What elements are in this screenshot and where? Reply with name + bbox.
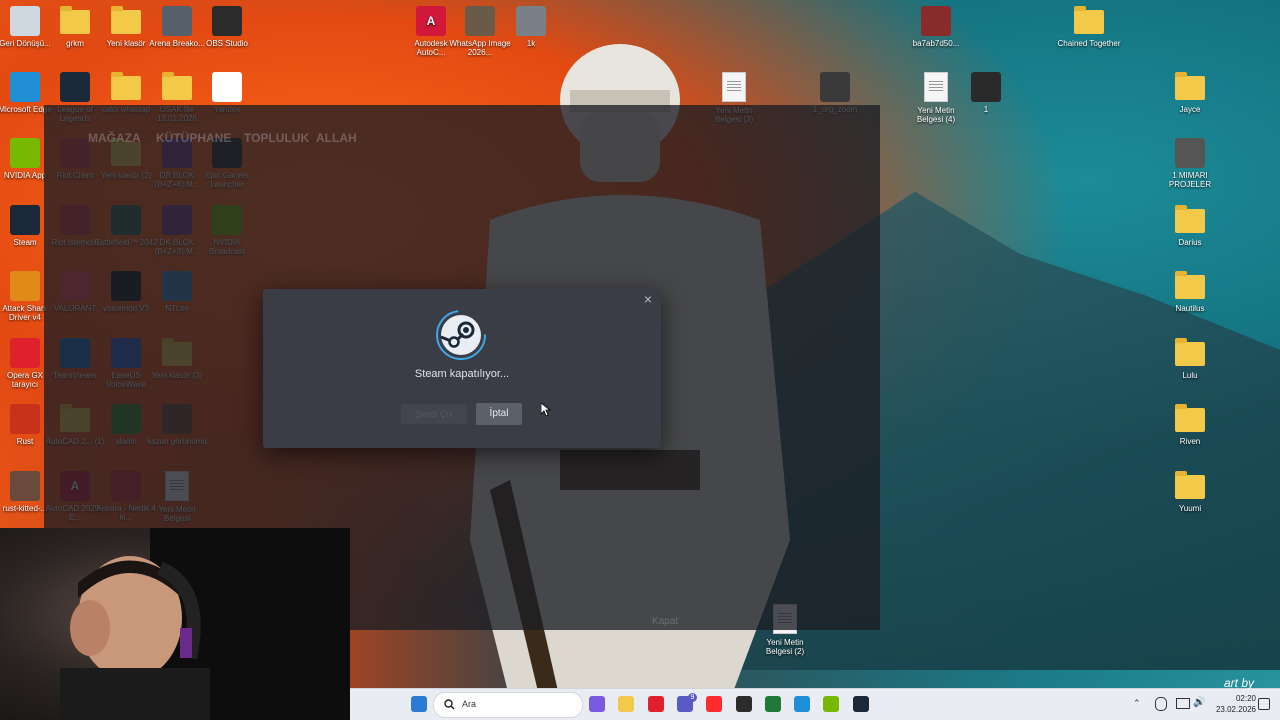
app-icon: A	[416, 6, 446, 36]
desktop-icon-label: ba7ab7d50...	[912, 39, 960, 48]
steam-logo-icon	[436, 310, 486, 360]
opera-gx-icon[interactable]	[648, 696, 664, 712]
search-placeholder: Ara	[462, 699, 477, 709]
desktop-icon[interactable]: Nautilus	[1158, 271, 1222, 313]
folder-icon	[111, 72, 141, 100]
app-icon	[1175, 138, 1205, 168]
app-icon	[10, 72, 40, 102]
microphone-icon[interactable]	[1155, 697, 1167, 711]
close-icon[interactable]: ×	[641, 292, 655, 306]
desktop-icon[interactable]: 1	[954, 72, 1018, 114]
image-file-icon	[921, 6, 951, 36]
desktop-icon-label: 1k	[526, 39, 536, 48]
desktop-icon[interactable]: ba7ab7d50...	[904, 6, 968, 48]
taskbar-search-input[interactable]: Ara	[433, 692, 583, 718]
webcam-person	[60, 528, 350, 720]
mouse-cursor-icon	[541, 403, 551, 417]
wallpaper-signature: art by	[1224, 676, 1255, 690]
desktop-icon-label: Lulu	[1182, 371, 1198, 380]
image-file-icon	[516, 6, 546, 36]
copilot-icon[interactable]	[589, 696, 605, 712]
nvidia-icon[interactable]	[823, 696, 839, 712]
file-explorer-icon[interactable]	[618, 696, 634, 712]
recycle-bin-icon	[10, 6, 40, 36]
desktop-icon[interactable]: Chained Together	[1057, 6, 1121, 48]
desktop-icon[interactable]: 1 MIMARI PROJELER	[1158, 138, 1222, 189]
notification-icon[interactable]	[1258, 698, 1270, 710]
folder-icon	[1175, 338, 1205, 366]
image-file-icon	[10, 471, 40, 501]
desktop: Geri Dönüşü... grkm Yeni klasör Arena Break…	[0, 0, 1280, 720]
app-icon	[60, 72, 90, 102]
image-file-icon	[465, 6, 495, 36]
desktop-icon-label: 1	[983, 105, 989, 114]
app-icon	[10, 338, 40, 368]
desktop-icon-label: Chained Together	[1057, 39, 1121, 48]
folder-icon	[1175, 404, 1205, 432]
desktop-icon[interactable]: Darius	[1158, 205, 1222, 247]
steam-nav-community[interactable]: TOPLULUK	[244, 131, 309, 145]
steam-close-button[interactable]: Kapat	[652, 616, 678, 627]
desktop-icon[interactable]: Riven	[1158, 404, 1222, 446]
edge-icon[interactable]	[794, 696, 810, 712]
desktop-icon[interactable]: Lulu	[1158, 338, 1222, 380]
steam-nav-library[interactable]: KÜTÜPHANE	[156, 131, 231, 145]
exit-now-button: Şimdi Çık	[401, 404, 467, 424]
yandex-icon[interactable]	[706, 696, 722, 712]
desktop-icon[interactable]: 1k	[499, 6, 563, 48]
folder-icon	[1175, 205, 1205, 233]
app-icon	[10, 404, 40, 434]
folder-icon	[1175, 471, 1205, 499]
notification-badge: 9	[688, 693, 697, 702]
folder-icon	[1074, 6, 1104, 34]
volume-icon[interactable]: 🔊	[1193, 697, 1205, 708]
search-icon	[444, 699, 455, 710]
desktop-icon-label: Yuumi	[1178, 504, 1202, 513]
taskbar-clock[interactable]: 02:20 23.02.2026	[1206, 693, 1256, 715]
app-icon	[162, 6, 192, 36]
app-icon	[10, 205, 40, 235]
steam-shutdown-dialog: × Steam kapatılıyor... Şimdi Çık İptal	[263, 289, 661, 448]
desktop-icon-label: OBS Studio	[206, 39, 248, 48]
network-icon[interactable]	[1176, 698, 1190, 709]
desktop-icon[interactable]: OBS Studio	[195, 6, 259, 48]
shutdown-status-text: Steam kapatılıyor...	[414, 368, 510, 380]
clock-time: 02:20	[1235, 694, 1256, 703]
steam-icon[interactable]	[853, 696, 869, 712]
steam-nav-profile[interactable]: ALLAH	[316, 131, 357, 145]
folder-icon	[1175, 271, 1205, 299]
steam-nav-store[interactable]: MAĞAZA	[88, 131, 141, 145]
folder-icon	[1175, 72, 1205, 100]
desktop-icon-label: 1 MIMARI PROJELER	[1168, 171, 1212, 189]
obs-icon[interactable]	[736, 696, 752, 712]
image-file-icon	[971, 72, 1001, 102]
desktop-icon-label: Riven	[1179, 437, 1201, 446]
folder-icon	[111, 6, 141, 34]
app-icon	[10, 271, 40, 301]
desktop-icon[interactable]: Jayce	[1158, 72, 1222, 114]
app-icon	[212, 72, 242, 102]
cancel-button[interactable]: İptal	[476, 403, 522, 425]
app-icon	[212, 6, 242, 36]
folder-icon	[162, 72, 192, 100]
text-document-icon	[722, 72, 746, 102]
folder-icon	[60, 6, 90, 34]
desktop-icon-label: Darius	[1178, 238, 1202, 247]
text-document-icon	[924, 72, 948, 102]
image-file-icon	[820, 72, 850, 102]
discord-icon[interactable]	[765, 696, 781, 712]
desktop-icon-label: Jayce	[1179, 105, 1201, 114]
desktop-icon-label: Nautilus	[1175, 304, 1205, 313]
tray-chevron-icon[interactable]: ⌃	[1133, 698, 1141, 709]
clock-date: 23.02.2026	[1215, 705, 1256, 714]
desktop-icon-label: Yeni Metin Belgesi (2)	[765, 638, 805, 656]
windows-start-icon[interactable]	[411, 696, 427, 712]
app-icon	[10, 138, 40, 168]
desktop-icon[interactable]: Yuumi	[1158, 471, 1222, 513]
webcam-overlay	[0, 528, 350, 720]
